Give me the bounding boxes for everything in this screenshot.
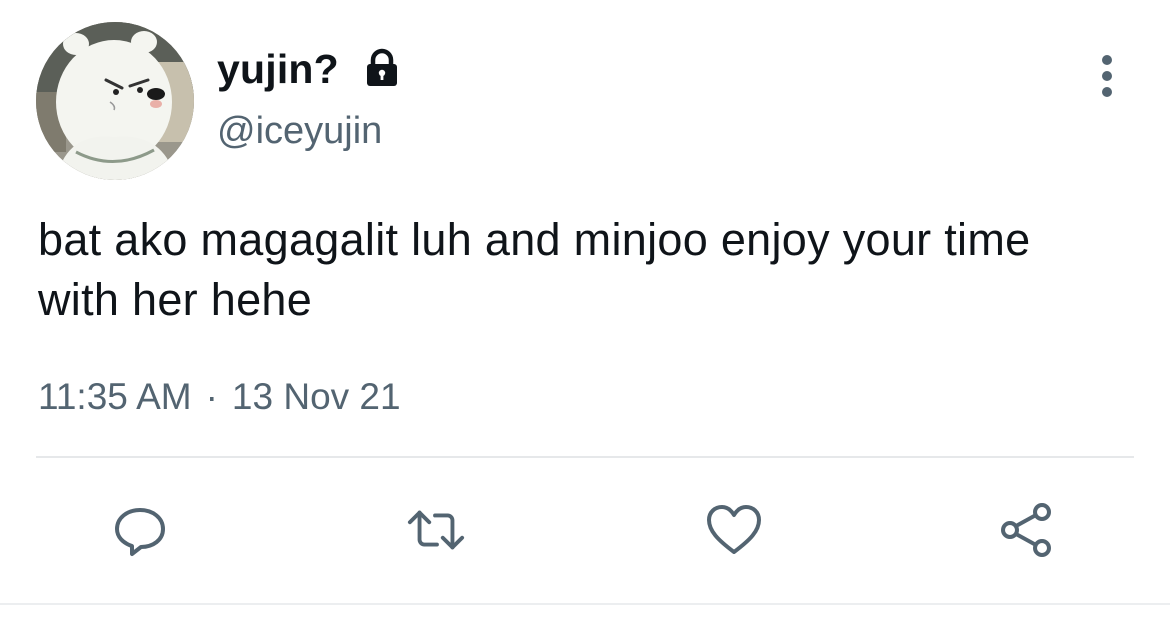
share-button[interactable] [998,500,1058,560]
display-name[interactable]: yujin? [217,46,339,93]
heart-icon [707,505,761,554]
tweet-text: bat ako magagalit luh and minjoo enjoy y… [38,214,1031,325]
divider [36,456,1134,458]
like-button[interactable] [704,500,764,560]
reply-icon [115,508,165,556]
retweet-icon [407,510,465,550]
reply-button[interactable] [110,500,170,560]
user-handle[interactable]: @iceyujin [217,110,382,153]
lock-icon [361,47,403,89]
tweet-card: yujin? @iceyujin bat ako magagalit luh a… [0,0,1170,621]
more-vertical-icon [1102,55,1112,97]
tweet-date: 13 Nov 21 [231,376,401,417]
avatar[interactable] [36,22,194,180]
retweet-button[interactable] [406,500,466,560]
meta-separator: · [205,376,218,417]
display-name-row: yujin? [217,44,403,94]
tweet-timestamp[interactable]: 11:35 AM · 13 Nov 21 [38,376,401,418]
tweet-time: 11:35 AM [38,376,192,417]
polar-bear-avatar [36,22,194,180]
more-button[interactable] [1088,52,1126,100]
bottom-divider [0,603,1170,605]
share-icon [1001,503,1051,557]
